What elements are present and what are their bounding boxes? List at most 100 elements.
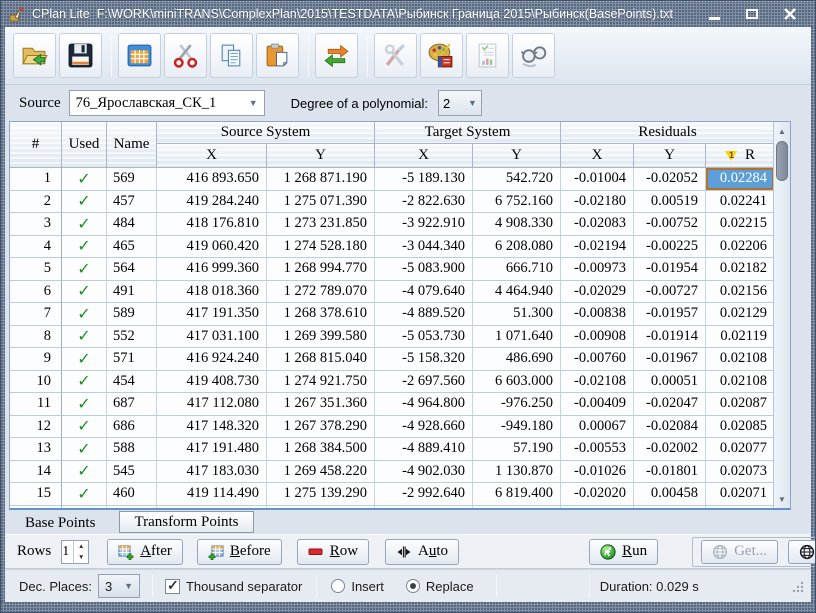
residual-x-cell[interactable]: -0.02180 bbox=[561, 191, 634, 214]
source-x-cell[interactable]: 416 893.650 bbox=[157, 168, 267, 191]
name-cell[interactable]: 484 bbox=[107, 213, 157, 236]
target-y-cell[interactable]: 6 603.000 bbox=[473, 371, 561, 394]
target-y-cell[interactable]: 5 929.240 bbox=[473, 506, 561, 510]
residual-y-cell[interactable]: 0.00519 bbox=[634, 191, 706, 214]
source-x-cell[interactable]: 417 191.350 bbox=[157, 303, 267, 326]
source-x-cell[interactable]: 417 191.480 bbox=[157, 438, 267, 461]
source-select[interactable]: 76_Ярославская_СК_1 ▼ bbox=[69, 90, 265, 116]
residual-y-cell[interactable]: -0.01967 bbox=[634, 348, 706, 371]
residual-x-cell[interactable]: -0.02083 bbox=[561, 213, 634, 236]
residual-x-cell[interactable]: -0.02194 bbox=[561, 236, 634, 259]
scroll-down-icon[interactable]: ▼ bbox=[774, 491, 790, 507]
name-cell[interactable]: 474 bbox=[107, 506, 157, 510]
source-system-group-header[interactable]: Source System bbox=[157, 122, 375, 144]
source-y-cell[interactable]: 1 272 402.020 bbox=[267, 506, 375, 510]
residual-x-cell[interactable]: -0.00409 bbox=[561, 393, 634, 416]
row-number-cell[interactable]: 4 bbox=[10, 236, 62, 259]
residual-r-cell[interactable]: 0.02085 bbox=[706, 416, 775, 439]
residual-x-cell[interactable]: -0.02020 bbox=[561, 483, 634, 506]
residual-r-cell[interactable]: 0.02077 bbox=[706, 438, 775, 461]
target-x-cell[interactable]: -4 902.030 bbox=[375, 461, 473, 484]
residual-x-cell[interactable]: -0.00553 bbox=[561, 438, 634, 461]
resize-grip-icon[interactable] bbox=[791, 580, 805, 594]
used-cell[interactable]: ✓ bbox=[62, 191, 107, 214]
source-y-cell[interactable]: 1 268 378.610 bbox=[267, 303, 375, 326]
source-y-cell[interactable]: 1 274 528.180 bbox=[267, 236, 375, 259]
source-y-cell[interactable]: 1 274 921.750 bbox=[267, 371, 375, 394]
name-cell[interactable]: 457 bbox=[107, 191, 157, 214]
column-header-index[interactable]: # bbox=[10, 122, 62, 168]
target-x-cell[interactable]: -2 697.560 bbox=[375, 371, 473, 394]
target-y-cell[interactable]: 486.690 bbox=[473, 348, 561, 371]
used-cell[interactable]: ✓ bbox=[62, 213, 107, 236]
residual-y-cell[interactable]: -0.02047 bbox=[634, 393, 706, 416]
target-y-cell[interactable]: -949.180 bbox=[473, 416, 561, 439]
target-y-cell[interactable]: 1 071.640 bbox=[473, 326, 561, 349]
residual-r-cell[interactable]: 0.02241 bbox=[706, 191, 775, 214]
name-cell[interactable]: 589 bbox=[107, 303, 157, 326]
target-y-cell[interactable]: 4 908.330 bbox=[473, 213, 561, 236]
target-x-cell[interactable]: -4 928.660 bbox=[375, 416, 473, 439]
name-cell[interactable]: 571 bbox=[107, 348, 157, 371]
run-button[interactable]: Run bbox=[589, 539, 658, 565]
target-y-cell[interactable]: -976.250 bbox=[473, 393, 561, 416]
residual-x-cell[interactable]: -0.01004 bbox=[561, 168, 634, 191]
thousand-separator-checkbox[interactable]: ✓ bbox=[165, 579, 180, 594]
table-button[interactable] bbox=[118, 33, 161, 78]
name-cell[interactable]: 564 bbox=[107, 258, 157, 281]
residual-y-cell[interactable]: -0.02002 bbox=[634, 438, 706, 461]
target-x-cell[interactable]: -5 158.320 bbox=[375, 348, 473, 371]
insert-after-button[interactable]: After bbox=[107, 539, 183, 565]
target-x-cell[interactable]: -4 079.640 bbox=[375, 281, 473, 304]
scroll-up-icon[interactable]: ▲ bbox=[774, 123, 790, 139]
source-x-cell[interactable]: 419 114.490 bbox=[157, 483, 267, 506]
column-header-source-y[interactable]: Y bbox=[267, 144, 375, 168]
row-number-cell[interactable]: 1 bbox=[10, 168, 62, 191]
column-header-residual-r[interactable]: 1 R bbox=[706, 144, 775, 168]
target-y-cell[interactable]: 666.710 bbox=[473, 258, 561, 281]
residuals-group-header[interactable]: Residuals bbox=[561, 122, 775, 144]
source-y-cell[interactable]: 1 269 458.220 bbox=[267, 461, 375, 484]
used-cell[interactable]: ✓ bbox=[62, 281, 107, 304]
tab-base-points[interactable]: Base Points bbox=[5, 510, 119, 534]
residual-r-cell[interactable]: 0.02062 bbox=[706, 506, 775, 510]
residual-r-cell[interactable]: 0.02182 bbox=[706, 258, 775, 281]
residual-r-cell[interactable]: 0.02156 bbox=[706, 281, 775, 304]
target-x-cell[interactable]: -2 992.640 bbox=[375, 483, 473, 506]
row-number-cell[interactable]: 5 bbox=[10, 258, 62, 281]
used-cell[interactable]: ✓ bbox=[62, 168, 107, 191]
source-y-cell[interactable]: 1 267 351.360 bbox=[267, 393, 375, 416]
tab-transform-points[interactable]: Transform Points bbox=[119, 511, 253, 533]
name-cell[interactable]: 569 bbox=[107, 168, 157, 191]
residual-y-cell[interactable]: 0.00051 bbox=[634, 371, 706, 394]
row-number-cell[interactable]: 16 bbox=[10, 506, 62, 510]
view-button[interactable] bbox=[512, 33, 555, 78]
insert-radio[interactable] bbox=[331, 579, 345, 593]
residual-x-cell[interactable]: -0.00973 bbox=[561, 258, 634, 281]
target-x-cell[interactable]: -3 922.910 bbox=[375, 213, 473, 236]
used-cell[interactable]: ✓ bbox=[62, 348, 107, 371]
settings-button[interactable] bbox=[374, 33, 417, 78]
used-cell[interactable]: ✓ bbox=[62, 483, 107, 506]
name-cell[interactable]: 552 bbox=[107, 326, 157, 349]
residual-x-cell[interactable]: -0.00838 bbox=[561, 303, 634, 326]
vertical-scrollbar[interactable]: ▲ ▼ bbox=[773, 122, 790, 508]
residual-r-cell[interactable]: 0.02087 bbox=[706, 393, 775, 416]
name-cell[interactable]: 460 bbox=[107, 483, 157, 506]
used-cell[interactable]: ✓ bbox=[62, 438, 107, 461]
target-system-group-header[interactable]: Target System bbox=[375, 122, 561, 144]
residual-x-cell[interactable]: 0.00067 bbox=[561, 416, 634, 439]
insert-before-button[interactable]: Before bbox=[197, 539, 282, 565]
target-y-cell[interactable]: 542.720 bbox=[473, 168, 561, 191]
residual-y-cell[interactable]: -0.00727 bbox=[634, 281, 706, 304]
source-x-cell[interactable]: 416 999.360 bbox=[157, 258, 267, 281]
used-cell[interactable]: ✓ bbox=[62, 416, 107, 439]
name-cell[interactable]: 465 bbox=[107, 236, 157, 259]
row-number-cell[interactable]: 2 bbox=[10, 191, 62, 214]
delete-row-button[interactable]: Row bbox=[297, 539, 369, 565]
name-cell[interactable]: 545 bbox=[107, 461, 157, 484]
row-number-cell[interactable]: 13 bbox=[10, 438, 62, 461]
residual-r-cell[interactable]: 0.02071 bbox=[706, 483, 775, 506]
source-x-cell[interactable]: 417 112.080 bbox=[157, 393, 267, 416]
residual-x-cell[interactable]: -0.02108 bbox=[561, 371, 634, 394]
